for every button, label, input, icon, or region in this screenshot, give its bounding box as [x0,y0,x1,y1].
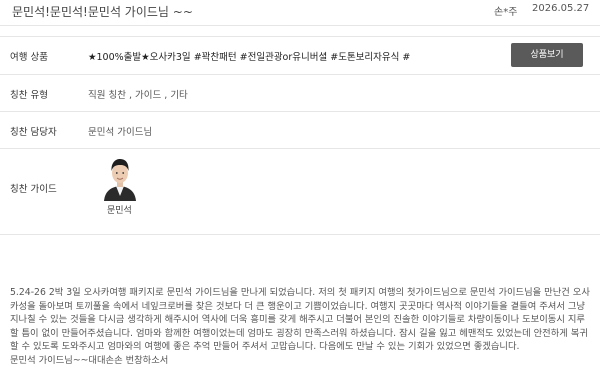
review-author: 손*주 [494,7,518,18]
review-line: 지나칠 수 있는 것들을 다시금 생각하게 해주시어 역사에 더욱 흥미를 갖게… [10,314,585,325]
review-header: 문민석!문민석!문민석 가이드님 ~~ 손*주 2026.05.27 [0,0,600,26]
review-detail-page: 문민석!문민석!문민석 가이드님 ~~ 손*주 2026.05.27 여행 상품… [0,0,600,387]
guide-name: 문민석 [107,206,132,216]
product-label: 여행 상품 [10,52,48,63]
praise-type-value: 직원 칭찬 , 가이드 , 기타 [88,90,188,101]
product-name-link[interactable]: ★100%출발★오사카3일 #꽉찬패턴 #전일관광or유니버셜 #도톤보리자유식… [88,49,410,63]
praise-staff-row: 칭찬 담당자 문민석 가이드님 [0,112,600,149]
product-row: 여행 상품 ★100%출발★오사카3일 #꽉찬패턴 #전일관광or유니버셜 #도… [0,37,600,75]
review-line: 카성을 돌아보며 토끼풀을 속에서 네잎크로버를 찾은 것보다 더 큰 행운이고… [10,300,585,312]
guide-photo-icon [97,155,143,201]
guide-card: 문민석 [97,155,145,216]
view-product-button[interactable]: 상품보기 [511,43,583,67]
review-line: 할 틈이 없이 만들어주셨습니다. 엄마와 함께한 여행이었는데 엄마도 굉장히… [10,327,588,339]
review-date: 2026.05.27 [532,3,590,14]
praise-staff-value: 문민석 가이드님 [88,127,153,138]
praise-guide-label: 칭찬 가이드 [10,184,57,195]
review-title: 문민석!문민석!문민석 가이드님 ~~ [12,5,193,19]
review-line: 할 수 있도록 도와주시고 엄마와의 여행에 좋은 추억 만들어 주셔서 고맙습… [10,341,520,352]
guide-avatar [97,155,143,201]
praise-guide-row: 칭찬 가이드 문민석 [0,149,600,235]
review-body: 5.24-26 2박 3일 오사카여행 패키지로 문민석 가이드님을 만나게 되… [10,286,594,367]
praise-type-label: 칭찬 유형 [10,90,48,101]
review-info-table: 여행 상품 ★100%출발★오사카3일 #꽉찬패턴 #전일관광or유니버셜 #도… [0,36,600,235]
review-line: 5.24-26 2박 3일 오사카여행 패키지로 문민석 가이드님을 만나게 되… [10,287,590,298]
praise-staff-label: 칭찬 담당자 [10,127,57,138]
review-line: 문민석 가이드님~~대대손손 번창하소서 [10,354,169,366]
praise-type-row: 칭찬 유형 직원 칭찬 , 가이드 , 기타 [0,75,600,112]
